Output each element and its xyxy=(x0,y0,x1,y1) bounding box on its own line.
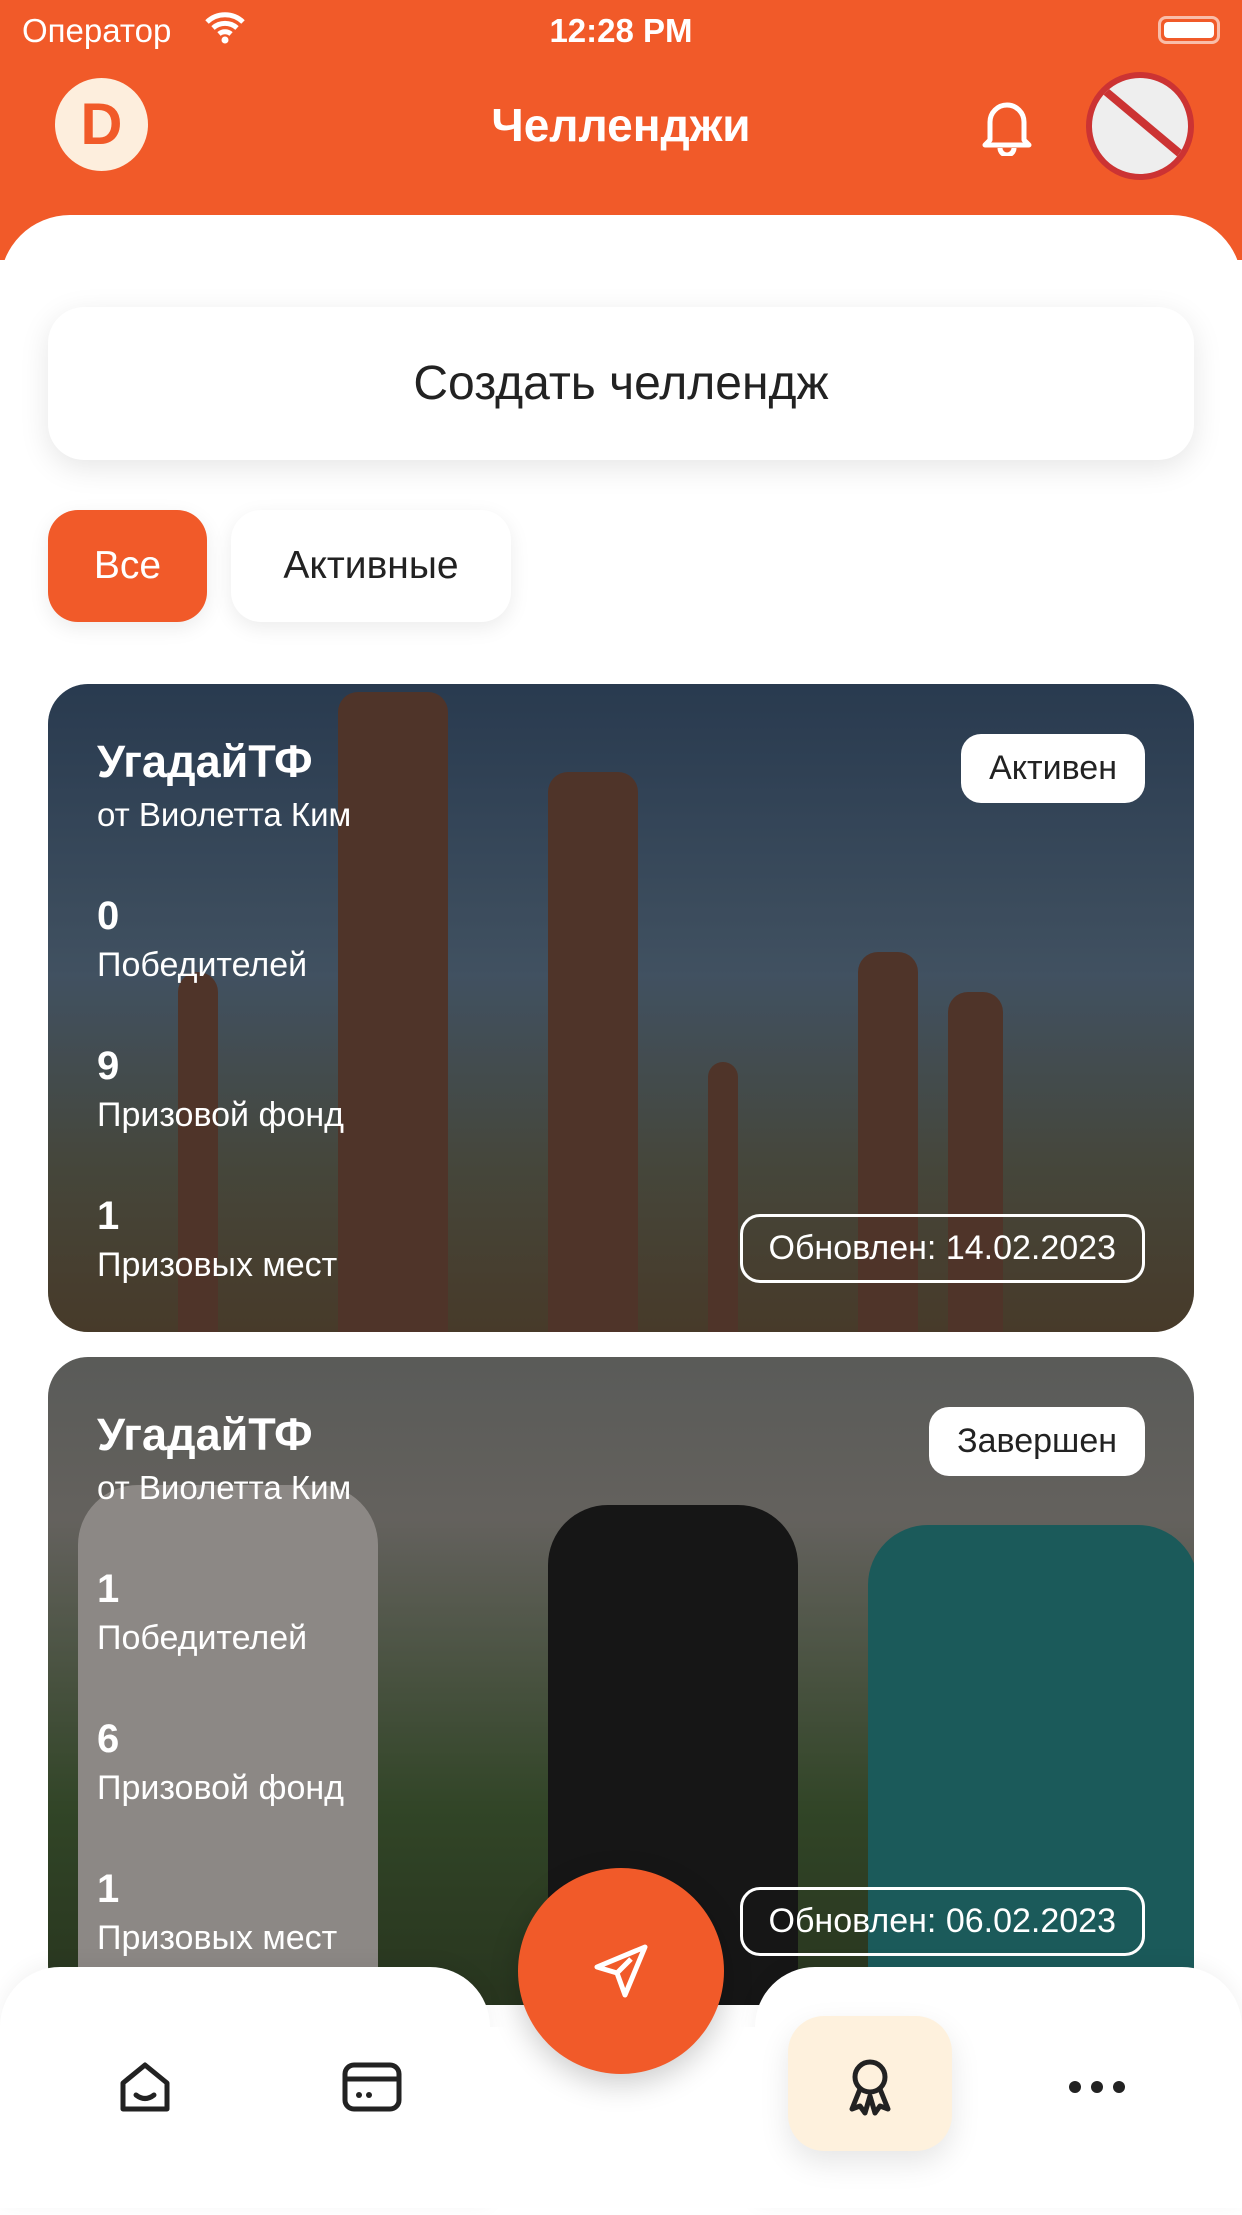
send-icon xyxy=(594,1944,648,1998)
winners-label: Победителей xyxy=(97,946,308,984)
prize-fund: 6 xyxy=(97,1717,120,1761)
battery-icon xyxy=(1158,16,1220,44)
create-challenge-button[interactable]: Создать челлендж xyxy=(48,307,1194,460)
challenge-card[interactable]: УгадайТФ от Виолетта Ким Активен 0 Побед… xyxy=(48,684,1194,1332)
winners-count: 0 xyxy=(97,894,120,938)
filter-all[interactable]: Все xyxy=(48,510,207,622)
prize-places: 1 xyxy=(97,1867,120,1911)
nav-challenges[interactable] xyxy=(840,2057,900,2117)
challenge-title: УгадайТФ xyxy=(97,1409,313,1460)
status-badge: Завершен xyxy=(929,1407,1145,1476)
updated-date: Обновлен: 06.02.2023 xyxy=(739,1887,1145,1956)
updated-date: Обновлен: 14.02.2023 xyxy=(739,1214,1145,1283)
prize-places-label: Призовых мест xyxy=(97,1919,338,1957)
prize-fund: 9 xyxy=(97,1044,120,1088)
challenge-author: от Виолетта Ким xyxy=(97,1469,352,1506)
prize-fund-label: Призовой фонд xyxy=(97,1096,344,1134)
winners-count: 1 xyxy=(97,1567,120,1611)
status-badge: Активен xyxy=(961,734,1145,803)
bell-icon[interactable] xyxy=(978,96,1036,156)
card-icon xyxy=(342,2062,402,2112)
award-icon xyxy=(849,2059,891,2116)
send-button[interactable] xyxy=(518,1868,724,2074)
nav-more[interactable] xyxy=(1067,2057,1127,2117)
prize-fund-label: Призовой фонд xyxy=(97,1769,344,1807)
prize-places: 1 xyxy=(97,1194,120,1238)
page-title: Челленджи xyxy=(491,99,751,151)
filter-active[interactable]: Активные xyxy=(231,510,511,622)
challenge-title: УгадайТФ xyxy=(97,736,313,787)
status-bar: Оператор 12:28 PM xyxy=(0,0,1242,62)
user-avatar[interactable] xyxy=(1086,72,1194,180)
nav-home[interactable] xyxy=(115,2057,175,2117)
challenge-author: от Виолетта Ким xyxy=(97,796,352,833)
more-icon xyxy=(1069,2081,1125,2093)
home-icon xyxy=(120,2062,170,2112)
clock: 12:28 PM xyxy=(549,12,693,49)
winners-label: Победителей xyxy=(97,1619,308,1657)
prize-places-label: Призовых мест xyxy=(97,1246,338,1284)
nav-cards[interactable] xyxy=(342,2057,402,2117)
